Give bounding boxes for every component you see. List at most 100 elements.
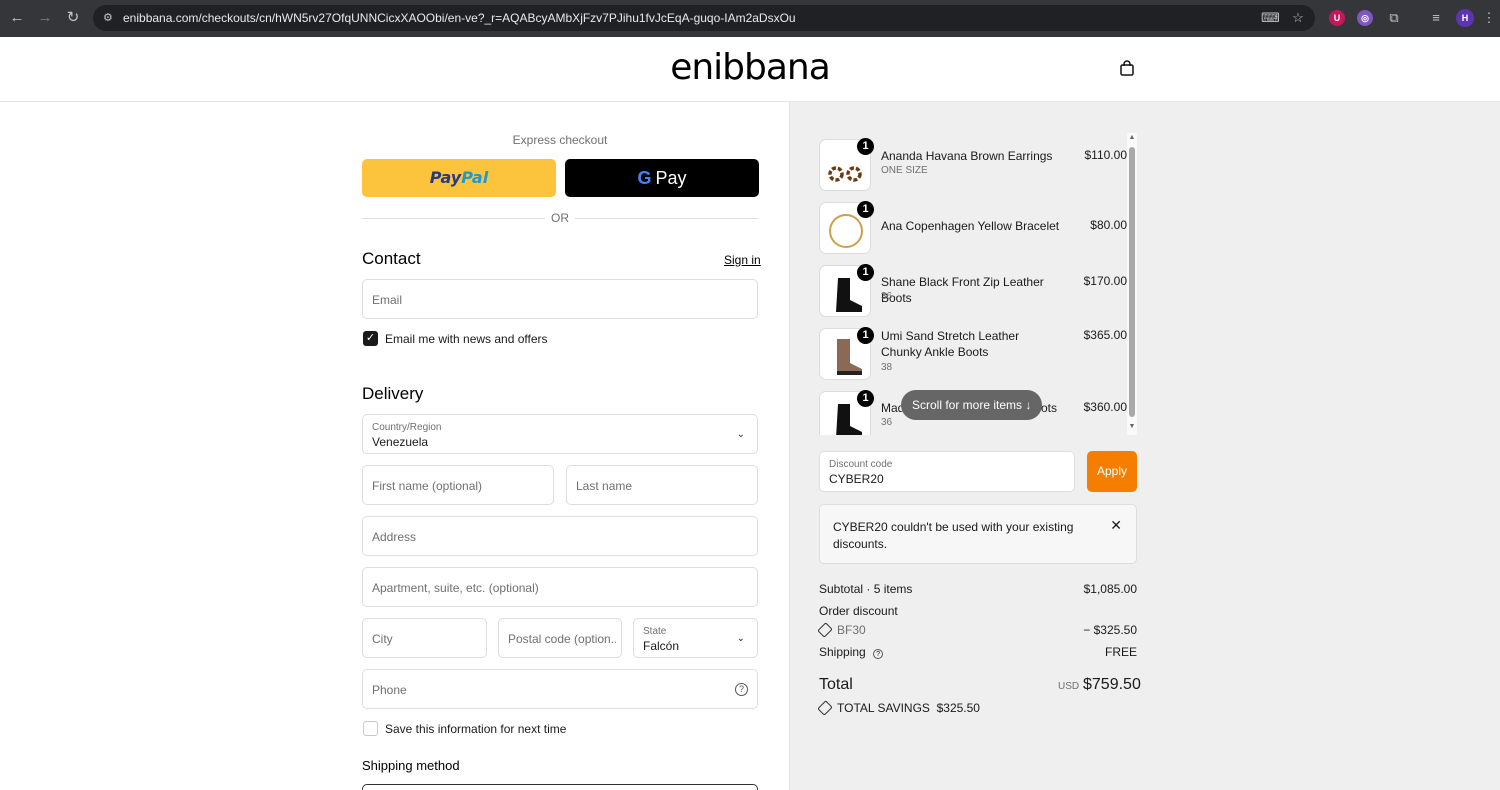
chevron-down-icon: ⌄ bbox=[736, 633, 745, 644]
cart-item: 1 Ananda Havana Brown Earrings ONE SIZE … bbox=[819, 138, 1128, 191]
item-variant: 36 bbox=[881, 291, 893, 302]
shipping-row: Shipping ? FREE bbox=[819, 645, 1137, 659]
item-price: $80.00 bbox=[1090, 218, 1127, 232]
cart-scrollbar[interactable]: ▲ ▼ bbox=[1127, 133, 1137, 435]
url-text: enibbana.com/checkouts/cn/hWN5rv27OfqUNN… bbox=[123, 11, 796, 25]
bookmark-star-icon[interactable]: ☆ bbox=[1289, 9, 1307, 27]
state-value: Falcón bbox=[643, 639, 680, 653]
item-price: $110.00 bbox=[1084, 148, 1128, 162]
site-settings-icon[interactable]: ⚙ bbox=[103, 11, 113, 24]
save-info-label: Save this information for next time bbox=[385, 722, 567, 736]
shopping-bag-icon[interactable] bbox=[1119, 60, 1135, 76]
discount-error-notice: CYBER20 couldn't be used with your exist… bbox=[819, 504, 1137, 564]
country-label: Country/Region bbox=[372, 422, 442, 433]
country-select[interactable]: Country/Region Venezuela ⌄ bbox=[362, 414, 758, 454]
address-field[interactable]: Address bbox=[362, 516, 758, 556]
or-divider-text: OR bbox=[545, 211, 575, 225]
discount-value: CYBER20 bbox=[829, 472, 884, 486]
address-bar[interactable]: ⚙ enibbana.com/checkouts/cn/hWN5rv27OfqU… bbox=[93, 5, 1315, 31]
postal-code-field[interactable]: Postal code (option... bbox=[498, 618, 622, 658]
extensions-puzzle-icon[interactable]: ⧉ bbox=[1385, 9, 1403, 27]
item-name-end: ots bbox=[1041, 401, 1058, 415]
email-field[interactable]: Email bbox=[362, 279, 758, 319]
phone-placeholder: Phone bbox=[372, 683, 407, 697]
item-price: $170.00 bbox=[1083, 274, 1127, 288]
country-value: Venezuela bbox=[372, 435, 429, 449]
scrollbar-thumb[interactable] bbox=[1129, 147, 1135, 417]
site-logo[interactable]: enibbana bbox=[0, 47, 1500, 88]
order-discount-label: Order discount bbox=[819, 604, 898, 618]
translate-icon[interactable]: ⌨ bbox=[1261, 9, 1280, 27]
apartment-placeholder: Apartment, suite, etc. (optional) bbox=[372, 581, 539, 595]
close-icon[interactable]: ✕ bbox=[1110, 517, 1122, 534]
apply-button[interactable]: Apply bbox=[1087, 451, 1137, 492]
menu-kebab-icon[interactable]: ⋮ bbox=[1480, 9, 1498, 27]
save-info-checkbox[interactable] bbox=[363, 721, 378, 736]
back-icon[interactable]: ← bbox=[8, 9, 26, 27]
google-pay-button[interactable]: G Pay bbox=[565, 159, 759, 197]
address-placeholder: Address bbox=[372, 530, 417, 544]
first-name-field[interactable]: First name (optional) bbox=[362, 465, 554, 505]
apartment-field[interactable]: Apartment, suite, etc. (optional) bbox=[362, 567, 758, 607]
quantity-badge: 1 bbox=[857, 390, 874, 407]
extension-shield-icon[interactable]: U bbox=[1329, 10, 1345, 26]
savings-value: $325.50 bbox=[936, 701, 980, 715]
item-name: Ana Copenhagen Yellow Bracelet bbox=[881, 219, 1060, 233]
subtotal-row: Subtotal · 5 items $1,085.00 bbox=[819, 582, 1137, 596]
quantity-badge: 1 bbox=[857, 264, 874, 281]
shipping-label: Shipping bbox=[819, 645, 866, 659]
scroll-up-icon[interactable]: ▲ bbox=[1128, 134, 1136, 141]
shipping-method-option[interactable] bbox=[362, 784, 758, 790]
help-question-icon[interactable]: ? bbox=[735, 683, 748, 696]
cart-item: 1 Shane Black Front Zip Leather Boots 36… bbox=[819, 264, 1127, 317]
paypal-button[interactable]: PayPal bbox=[362, 159, 556, 197]
reload-icon[interactable]: ↻ bbox=[64, 9, 82, 27]
state-label: State bbox=[643, 626, 667, 637]
profile-avatar[interactable]: H bbox=[1456, 9, 1474, 27]
site-header: enibbana bbox=[0, 37, 1500, 102]
phone-field[interactable]: Phone ? bbox=[362, 669, 758, 709]
order-discount-row: Order discount bbox=[819, 604, 1137, 618]
cart-item: 1 Ana Copenhagen Yellow Bracelet $80.00 bbox=[819, 201, 1127, 254]
discount-label: Discount code bbox=[829, 459, 893, 470]
notice-text: CYBER20 couldn't be used with your exist… bbox=[833, 520, 1074, 551]
total-savings: TOTAL SAVINGS $325.50 bbox=[817, 700, 980, 716]
newsletter-checkbox[interactable]: ✓ bbox=[363, 331, 378, 346]
first-name-placeholder: First name (optional) bbox=[372, 479, 483, 493]
shipping-value: FREE bbox=[1104, 645, 1137, 659]
postal-code-placeholder: Postal code (option... bbox=[508, 632, 616, 646]
last-name-placeholder: Last name bbox=[576, 479, 633, 493]
item-variant: ONE SIZE bbox=[881, 165, 928, 176]
item-variant: 38 bbox=[881, 362, 893, 373]
tag-icon bbox=[817, 622, 833, 638]
shipping-method-heading: Shipping method bbox=[362, 758, 460, 773]
quantity-badge: 1 bbox=[857, 327, 874, 344]
discount-code-field[interactable]: Discount code CYBER20 bbox=[819, 451, 1075, 492]
discount-amount: − $325.50 bbox=[1083, 623, 1137, 637]
gpay-label: Pay bbox=[655, 168, 687, 188]
google-g-icon: G bbox=[637, 168, 652, 188]
extension-purple-icon[interactable]: ◎ bbox=[1357, 10, 1373, 26]
total-currency: USD bbox=[1058, 681, 1080, 692]
savings-label: TOTAL SAVINGS bbox=[837, 701, 930, 715]
media-control-icon[interactable]: ≡ bbox=[1427, 9, 1445, 27]
help-question-icon[interactable]: ? bbox=[873, 649, 884, 659]
city-placeholder: City bbox=[372, 632, 393, 646]
email-placeholder: Email bbox=[372, 293, 403, 307]
last-name-field[interactable]: Last name bbox=[566, 465, 758, 505]
city-field[interactable]: City bbox=[362, 618, 487, 658]
item-name: Umi Sand Stretch Leather Chunky Ankle Bo… bbox=[881, 329, 1020, 359]
browser-toolbar: ← → ↻ ⚙ enibbana.com/checkouts/cn/hWN5rv… bbox=[0, 0, 1500, 37]
chevron-down-icon: ⌄ bbox=[736, 429, 745, 440]
subtotal-value: $1,085.00 bbox=[1083, 582, 1137, 596]
quantity-badge: 1 bbox=[857, 201, 874, 218]
sign-in-link[interactable]: Sign in bbox=[724, 253, 761, 267]
scroll-down-icon[interactable]: ▼ bbox=[1128, 423, 1136, 430]
total-label: Total bbox=[819, 676, 853, 693]
forward-icon[interactable]: → bbox=[36, 9, 54, 27]
scroll-for-more-button[interactable]: Scroll for more items ↓ bbox=[901, 390, 1042, 420]
state-select[interactable]: State Falcón ⌄ bbox=[633, 618, 758, 658]
contact-heading: Contact bbox=[362, 249, 421, 268]
newsletter-label: Email me with news and offers bbox=[385, 332, 548, 346]
item-name: Shane Black Front Zip Leather Boots bbox=[881, 275, 1044, 305]
